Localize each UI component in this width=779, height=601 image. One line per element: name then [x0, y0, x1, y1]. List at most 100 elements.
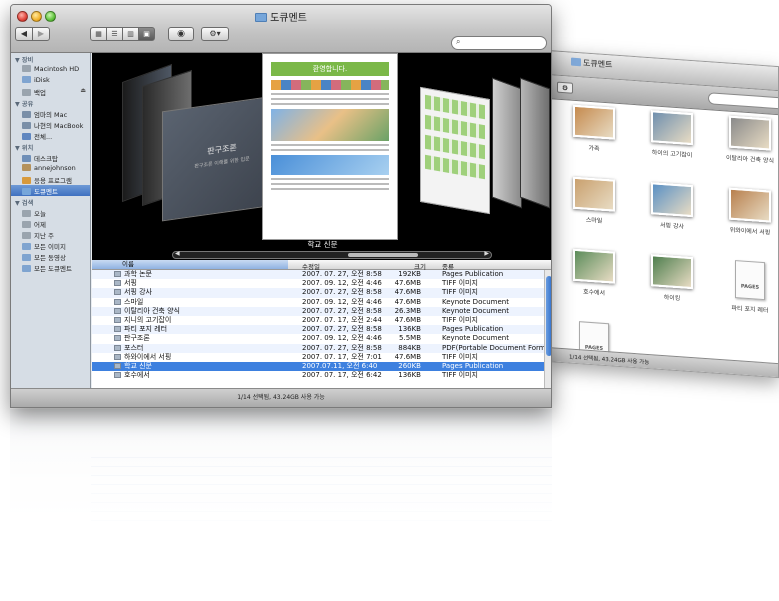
table-row[interactable]: 서핑 강사 2007. 07. 27, 오전 8:58 47.6MB TIFF 이미지: [92, 288, 551, 298]
sidebar-item-icon: [22, 177, 31, 184]
sidebar-item[interactable]: 오늘: [11, 207, 90, 218]
eye-icon[interactable]: ◉: [168, 27, 194, 41]
sidebar-section-header: ▼ 장비: [15, 57, 34, 64]
list-view-button[interactable]: ☰: [106, 27, 123, 41]
table-row[interactable]: 포스터 2007. 07. 27, 오전 8:58 884KB PDF(Portabl…: [92, 343, 551, 353]
sidebar-item[interactable]: 응용 프로그램: [11, 174, 90, 185]
sidebar-item-label: 모든 이미지: [34, 243, 66, 251]
sidebar-item-icon: [22, 122, 31, 129]
sidebar-item[interactable]: 도큐멘트: [11, 185, 90, 196]
sidebar-item[interactable]: 전체...: [11, 130, 90, 141]
sidebar-item[interactable]: 데스크탑: [11, 152, 90, 163]
pages-document-icon: PAGES: [735, 260, 765, 301]
sidebar-item-icon: [22, 188, 31, 195]
file-name: 학교 신문: [124, 361, 152, 370]
file-size: 26.3MB: [394, 306, 421, 315]
icon-item[interactable]: 가족: [555, 103, 633, 168]
icon-item[interactable]: 하이의 고기잡이: [633, 109, 711, 174]
list-scrollbar[interactable]: [544, 270, 551, 388]
sidebar-item-label: 도큐멘트: [34, 188, 58, 196]
column-view-button[interactable]: ▥: [122, 27, 139, 41]
sidebar-item[interactable]: 지난 주: [11, 229, 90, 240]
table-row[interactable]: 서핑 2007. 09. 12, 오전 4:46 47.6MB TIFF 이미지: [92, 279, 551, 288]
image-thumbnail-icon: [573, 248, 615, 284]
table-row[interactable]: 과학 논문 2007. 07. 27, 오전 8:58 192KB Pages Pub…: [92, 270, 551, 280]
sidebar-item[interactable]: 나현의 MacBook: [11, 119, 90, 130]
table-row[interactable]: 파티 포지 레터 2007. 07. 27, 오전 8:58 136KB Pages …: [92, 325, 551, 335]
file-kind: Pages Publication: [442, 361, 504, 370]
table-row[interactable]: 호수에서 2007. 07. 17, 오전 6:42 136KB TIFF 이미지: [92, 371, 551, 380]
back-finder-window[interactable]: 도큐멘트 ⚙ 가족 하이의 고기잡이 이탈리아 건축 양식 스마일 서핑 강사 위와이에서…: [548, 50, 779, 379]
table-row[interactable]: 판구조론 2007. 09. 12, 오전 4:46 5.5MB Keynote Do…: [92, 334, 551, 343]
scroll-right-icon[interactable]: ▶: [484, 250, 489, 257]
image-thumbnail-icon: [573, 104, 615, 140]
sidebar-item[interactable]: 엄마의 Mac: [11, 108, 90, 119]
coverflow-selected-document[interactable]: 환영합니다.: [262, 53, 398, 240]
icon-item[interactable]: 위와이에서 서핑: [711, 186, 779, 251]
icon-item[interactable]: 이탈리아 건축 양식: [711, 114, 779, 179]
file-name: 판구조론: [124, 334, 150, 343]
icon-item[interactable]: 호수에서: [555, 247, 633, 312]
search-input[interactable]: ⌕: [451, 36, 547, 50]
coverflow-view[interactable]: 판구조론 판구조론 이해를 위한 입문 환영합니다. 학교 신문 ◀ ▶: [92, 53, 551, 260]
sidebar-section-header: ▼ 위치: [15, 145, 34, 152]
sidebar-item-icon: [22, 164, 31, 171]
sidebar-item[interactable]: annejohnson: [11, 163, 90, 174]
gear-icon[interactable]: ⚙▾: [201, 27, 229, 41]
titlebar[interactable]: 도큐멘트 ◀ ▶ ▦ ☰ ▥ ▣ ◉ ⚙▾ ⌕: [11, 5, 551, 53]
sidebar-item[interactable]: 어제: [11, 218, 90, 229]
coverflow-scrollbar[interactable]: ◀ ▶: [172, 250, 492, 259]
icon-item[interactable]: PAGES 파티 포지 레터: [711, 258, 779, 323]
sidebar-item-label: 나현의 MacBook: [34, 122, 84, 130]
sidebar-item[interactable]: iDisk: [11, 75, 90, 86]
screenshot-stage: 도큐멘트 ⚙ 가족 하이의 고기잡이 이탈리아 건축 양식 스마일 서핑 강사 위와이에서…: [0, 0, 779, 601]
eject-icon[interactable]: ⏏: [80, 87, 86, 94]
folder-icon: [571, 57, 581, 67]
coverflow-item[interactable]: [420, 86, 490, 215]
sidebar-item[interactable]: 모든 이미지: [11, 240, 90, 251]
coverflow-scroll-thumb[interactable]: [348, 253, 418, 257]
file-date: 2007. 07. 27, 오전 8:58: [302, 288, 382, 297]
image-thumbnail-icon: [729, 187, 771, 223]
finder-window[interactable]: 도큐멘트 ◀ ▶ ▦ ☰ ▥ ▣ ◉ ⚙▾ ⌕ ▼ 장비 Macintosh HD…: [10, 4, 552, 408]
table-row[interactable]: 이탈리아 건축 양식 2007. 07. 27, 오전 8:58 26.3MB Key…: [92, 306, 551, 316]
file-name: 이탈리아 건축 양식: [124, 306, 180, 315]
coverflow-view-button[interactable]: ▣: [138, 27, 155, 41]
sidebar-item[interactable]: Macintosh HD: [11, 64, 90, 75]
sidebar-item[interactable]: 백업 ⏏: [11, 86, 90, 97]
back-button[interactable]: ◀: [15, 27, 33, 41]
file-size: 47.6MB: [394, 352, 421, 361]
table-row[interactable]: 지니의 고기잡이 2007. 07. 17, 오전 2:44 47.6MB TIFF …: [92, 316, 551, 325]
coverflow-item[interactable]: [520, 77, 550, 209]
file-size: 136KB: [398, 325, 421, 334]
sidebar-item[interactable]: 모든 도큐멘트: [11, 262, 90, 273]
list-scroll-thumb[interactable]: [546, 276, 551, 356]
file-kind: Keynote Document: [442, 297, 509, 306]
image-thumbnail-icon: [651, 254, 693, 290]
table-row[interactable]: 학교 신문 2007.07.11, 오전 6:40 260KB Pages Publi…: [92, 361, 551, 372]
gear-icon[interactable]: ⚙: [557, 81, 573, 94]
file-name: 서핑: [124, 279, 137, 288]
icon-label: 스마일: [585, 216, 603, 225]
table-row[interactable]: 하와이에서 서핑 2007. 07. 17, 오전 7:01 47.6MB TIFF …: [92, 352, 551, 362]
back-search-input[interactable]: [708, 92, 779, 110]
table-row[interactable]: 스마일 2007. 09. 12, 오전 4:46 47.6MB Keynote Do…: [92, 297, 551, 307]
scroll-left-icon[interactable]: ◀: [175, 250, 180, 257]
icon-item[interactable]: 하이킹: [633, 253, 711, 318]
icon-item[interactable]: 스마일: [555, 175, 633, 240]
file-size: 192KB: [398, 270, 421, 278]
icon-label: 하이킹: [663, 294, 681, 303]
forward-button[interactable]: ▶: [32, 27, 50, 41]
sidebar-item-icon: [22, 221, 31, 228]
coverflow-item[interactable]: [492, 77, 522, 209]
sidebar-item-label: 어제: [34, 221, 46, 229]
sidebar-item[interactable]: 모든 동영상: [11, 251, 90, 262]
column-header-name[interactable]: 이름: [92, 260, 288, 269]
image-thumbnail-icon: [729, 115, 771, 151]
icon-view-button[interactable]: ▦: [90, 27, 107, 41]
file-icon: [114, 289, 121, 296]
icon-item[interactable]: 서핑 강사: [633, 181, 711, 246]
file-date: 2007. 07. 27, 오전 8:58: [302, 306, 382, 315]
view-mode-control[interactable]: ▦ ☰ ▥ ▣: [90, 27, 155, 41]
file-name: 호수에서: [124, 371, 150, 380]
